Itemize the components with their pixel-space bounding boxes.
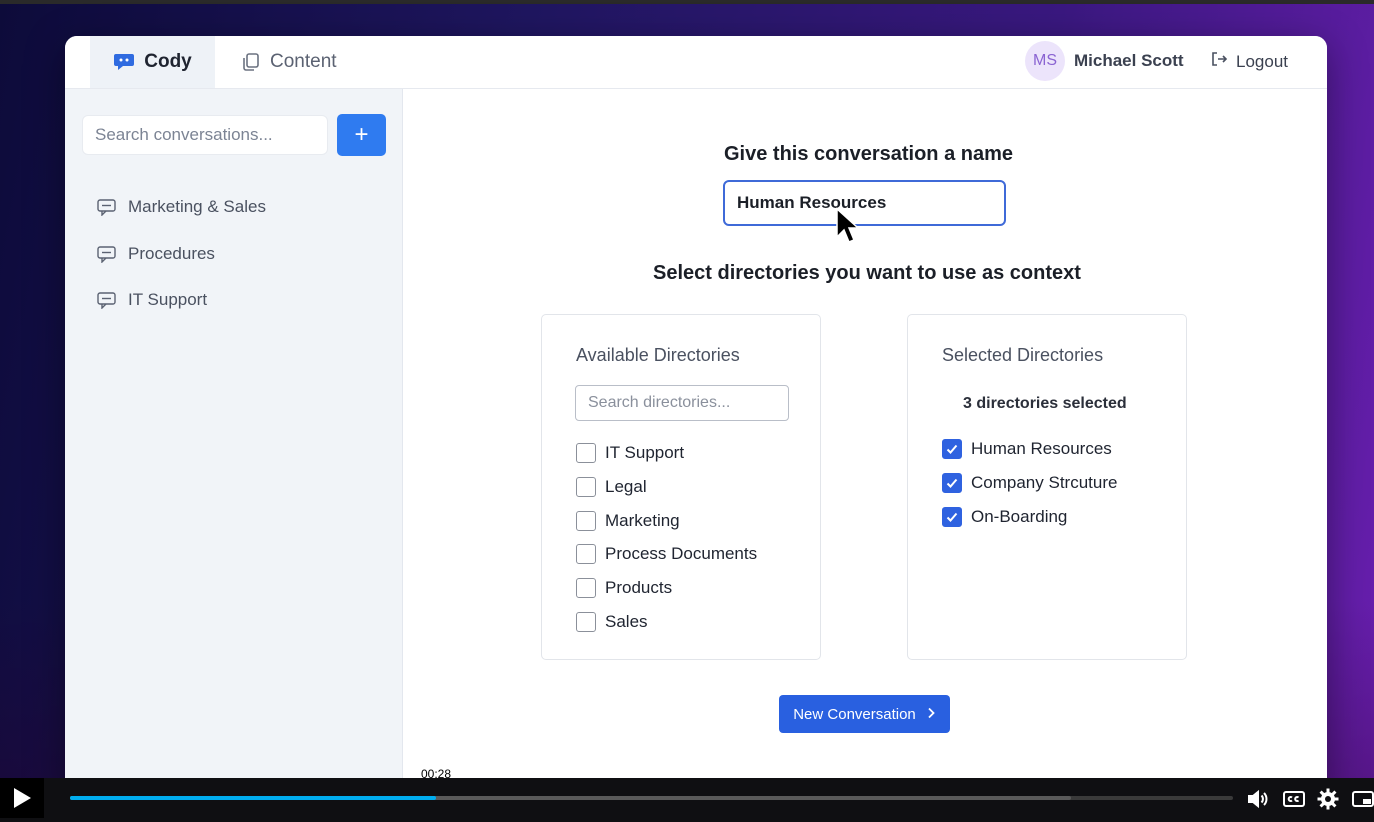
selected-directory-company-structure[interactable]: Company Strcuture [942, 473, 1117, 493]
selected-directory-on-boarding[interactable]: On-Boarding [942, 507, 1067, 527]
checkbox-label: Human Resources [971, 439, 1112, 458]
play-button[interactable] [0, 778, 44, 818]
window-top-border [0, 0, 1374, 4]
checkbox[interactable] [576, 578, 596, 598]
conversation-name-heading: Give this conversation a name [724, 143, 1013, 165]
new-conversation-label: New Conversation [793, 705, 916, 723]
play-icon [14, 788, 31, 808]
conversation-name-input[interactable] [723, 180, 1006, 226]
checkbox-label: Process Documents [605, 544, 758, 563]
new-conversation-plus-button[interactable]: + [337, 114, 386, 156]
directory-option-process-documents[interactable]: Process Documents [576, 544, 757, 564]
sidebar: + Marketing & Sales Procedures [65, 89, 403, 796]
volume-icon[interactable] [1246, 787, 1270, 816]
checkbox-label: Legal [605, 477, 647, 496]
panel-title: Selected Directories [942, 345, 1104, 365]
checkbox[interactable] [576, 544, 596, 564]
checkbox-label: Products [605, 578, 673, 597]
sidebar-item-procedures[interactable]: Procedures [97, 244, 215, 264]
check-icon [946, 478, 958, 488]
chevron-right-icon [926, 706, 936, 723]
user-name[interactable]: Michael Scott [1074, 51, 1184, 71]
message-icon [97, 198, 116, 216]
directory-option-it-support[interactable]: IT Support [576, 443, 684, 463]
search-conversations-input[interactable] [82, 115, 328, 155]
checkbox-label: Company Strcuture [971, 473, 1118, 492]
tab-cody-label: Cody [144, 51, 192, 72]
chat-bubble-icon [113, 52, 135, 72]
logout-icon [1210, 50, 1228, 73]
checkbox[interactable] [576, 511, 596, 531]
progress-played [70, 796, 437, 800]
checkbox[interactable] [576, 477, 596, 497]
checkbox-checked[interactable] [942, 473, 962, 493]
sidebar-item-it-support[interactable]: IT Support [97, 290, 207, 310]
avatar[interactable]: MS [1025, 41, 1065, 81]
video-controls [0, 778, 1374, 822]
sidebar-item-label: Marketing & Sales [128, 197, 266, 216]
tab-content[interactable]: Content [241, 36, 337, 88]
logout-label: Logout [1236, 51, 1288, 71]
progress-track[interactable] [70, 796, 1233, 800]
panel-title: Available Directories [576, 345, 740, 365]
checkbox[interactable] [576, 443, 596, 463]
checkbox-label: On-Boarding [971, 507, 1068, 526]
top-nav: Cody Content MS Michael Scott Logout [65, 36, 1327, 89]
settings-gear-icon[interactable] [1316, 787, 1340, 816]
checkbox-checked[interactable] [942, 507, 962, 527]
checkbox-label: IT Support [605, 443, 685, 462]
sidebar-item-label: IT Support [128, 290, 208, 309]
selected-directories-panel: Selected Directories 3 directories selec… [907, 314, 1187, 660]
checkbox-checked[interactable] [942, 439, 962, 459]
message-icon [97, 291, 116, 309]
new-conversation-button[interactable]: New Conversation [779, 695, 950, 733]
tab-cody[interactable]: Cody [90, 36, 215, 88]
search-directories-input[interactable] [575, 385, 789, 421]
message-icon [97, 245, 116, 263]
checkbox-label: Marketing [605, 511, 680, 530]
sidebar-item-label: Procedures [128, 244, 215, 263]
checkbox[interactable] [576, 612, 596, 632]
picture-in-picture-icon[interactable] [1352, 787, 1374, 816]
context-heading: Select directories you want to use as co… [653, 262, 1081, 284]
available-directories-panel: Available Directories IT Support Legal M… [541, 314, 821, 660]
tab-content-label: Content [270, 51, 337, 72]
selected-directory-human-resources[interactable]: Human Resources [942, 439, 1112, 459]
logout-button[interactable]: Logout [1210, 50, 1288, 73]
app-window: Cody Content MS Michael Scott Logout + [65, 36, 1327, 796]
check-icon [946, 444, 958, 454]
mouse-pointer-icon [835, 207, 861, 252]
sidebar-item-marketing-sales[interactable]: Marketing & Sales [97, 197, 266, 217]
directory-option-products[interactable]: Products [576, 578, 672, 598]
copy-icon [241, 52, 261, 72]
selected-count: 3 directories selected [963, 395, 1127, 412]
directory-option-sales[interactable]: Sales [576, 612, 648, 632]
directory-option-legal[interactable]: Legal [576, 477, 647, 497]
directory-option-marketing[interactable]: Marketing [576, 511, 680, 531]
checkbox-label: Sales [605, 612, 648, 631]
check-icon [946, 512, 958, 522]
closed-captions-icon[interactable] [1282, 787, 1306, 816]
